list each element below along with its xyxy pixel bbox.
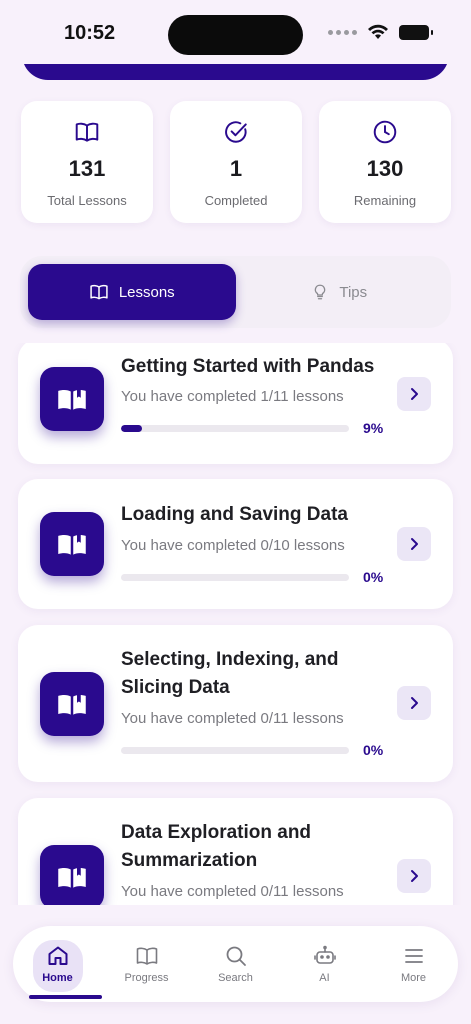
dynamic-island	[168, 15, 303, 55]
book-open-icon	[75, 122, 99, 142]
lesson-title-line: Slicing Data	[121, 677, 230, 698]
tab-tips[interactable]: Tips	[236, 264, 444, 320]
book-open-icon	[90, 284, 108, 300]
lesson-title: Loading and Saving Data	[121, 504, 348, 525]
tab-label: Lessons	[118, 283, 175, 301]
nav-home[interactable]: Home	[13, 926, 102, 1002]
wifi-icon	[368, 24, 388, 39]
stats-row: 131 Total Lessons 1 Completed 130 Remain…	[21, 101, 451, 223]
lesson-subtitle: You have completed 0/10 lessons	[121, 537, 345, 554]
robot-icon	[313, 945, 336, 964]
progress-fill	[121, 425, 142, 432]
status-icons	[328, 24, 433, 40]
nav-search[interactable]: Search	[191, 926, 280, 1002]
progress-bar	[121, 425, 349, 432]
lesson-thumbnail	[40, 367, 104, 431]
lesson-subtitle: You have completed 0/11 lessons	[121, 710, 344, 727]
nav-ai[interactable]: AI	[280, 926, 369, 1002]
progress-bar	[121, 747, 349, 754]
nav-label: More	[400, 972, 427, 984]
chevron-right-icon	[411, 538, 418, 550]
home-icon	[48, 946, 67, 965]
segment-tabs: Lessons Tips	[20, 256, 451, 328]
stat-value: 131	[68, 156, 106, 181]
progress-percent: 0%	[363, 742, 384, 758]
signal-icon	[328, 29, 357, 35]
lesson-thumbnail	[40, 845, 104, 905]
stat-label: Remaining	[353, 193, 417, 208]
progress-percent: 0%	[363, 569, 384, 585]
chevron-right-icon	[411, 697, 418, 709]
bottom-nav: Home Progress Search AI More	[13, 926, 458, 1002]
lesson-card[interactable]: Data Exploration and Summarization You h…	[18, 798, 453, 905]
book-open-icon	[58, 865, 86, 888]
open-lesson-button[interactable]	[397, 527, 431, 561]
tab-label: Tips	[339, 283, 368, 301]
book-open-icon	[58, 387, 86, 410]
lesson-title-line: Data Exploration and	[121, 822, 312, 843]
open-lesson-button[interactable]	[397, 686, 431, 720]
lesson-subtitle: You have completed 0/11 lessons	[121, 883, 344, 900]
menu-icon	[404, 949, 423, 963]
clock-icon	[373, 120, 397, 144]
stat-label: Total Lessons	[47, 193, 127, 208]
open-lesson-button[interactable]	[397, 859, 431, 893]
lesson-thumbnail	[40, 672, 104, 736]
stat-label: Completed	[204, 193, 268, 208]
lesson-card[interactable]: Getting Started with Pandas You have com…	[18, 343, 453, 464]
check-circle-icon	[225, 121, 247, 143]
stat-card-completed: 1 Completed	[170, 101, 302, 223]
nav-label: Search	[218, 972, 253, 984]
book-open-icon	[58, 532, 86, 555]
nav-label: AI	[319, 972, 330, 984]
progress-bar	[121, 574, 349, 581]
nav-more[interactable]: More	[369, 926, 458, 1002]
status-time: 10:52	[64, 22, 116, 44]
stat-card-remaining: 130 Remaining	[319, 101, 451, 223]
book-open-icon	[136, 947, 157, 965]
nav-active-underline	[29, 995, 102, 999]
lesson-list[interactable]: Getting Started with Pandas You have com…	[0, 343, 471, 905]
stat-value: 130	[366, 156, 404, 181]
lesson-title: Data Exploration and Summarization	[121, 819, 391, 875]
lightbulb-icon	[315, 284, 326, 300]
tab-lessons[interactable]: Lessons	[28, 264, 236, 320]
progress-percent: 9%	[363, 420, 384, 436]
lesson-card[interactable]: Loading and Saving Data You have complet…	[18, 479, 453, 609]
nav-label: Progress	[124, 972, 169, 984]
lesson-title-line: Summarization	[121, 850, 258, 871]
status-bar: 10:52	[0, 0, 471, 64]
stat-card-total: 131 Total Lessons	[21, 101, 153, 223]
battery-icon	[399, 24, 433, 40]
open-lesson-button[interactable]	[397, 377, 431, 411]
nav-progress[interactable]: Progress	[102, 926, 191, 1002]
chevron-right-icon	[411, 388, 418, 400]
stat-value: 1	[229, 156, 243, 181]
lesson-card[interactable]: Selecting, Indexing, and Slicing Data Yo…	[18, 625, 453, 782]
chevron-right-icon	[411, 870, 418, 882]
lesson-thumbnail	[40, 512, 104, 576]
nav-label: Home	[42, 972, 73, 984]
search-icon	[226, 946, 246, 966]
lesson-title-line: Selecting, Indexing, and	[121, 649, 339, 670]
book-open-icon	[58, 692, 86, 715]
lesson-title: Getting Started with Pandas	[121, 356, 375, 377]
lesson-subtitle: You have completed 1/11 lessons	[121, 388, 344, 405]
lesson-title: Selecting, Indexing, and Slicing Data	[121, 646, 391, 702]
